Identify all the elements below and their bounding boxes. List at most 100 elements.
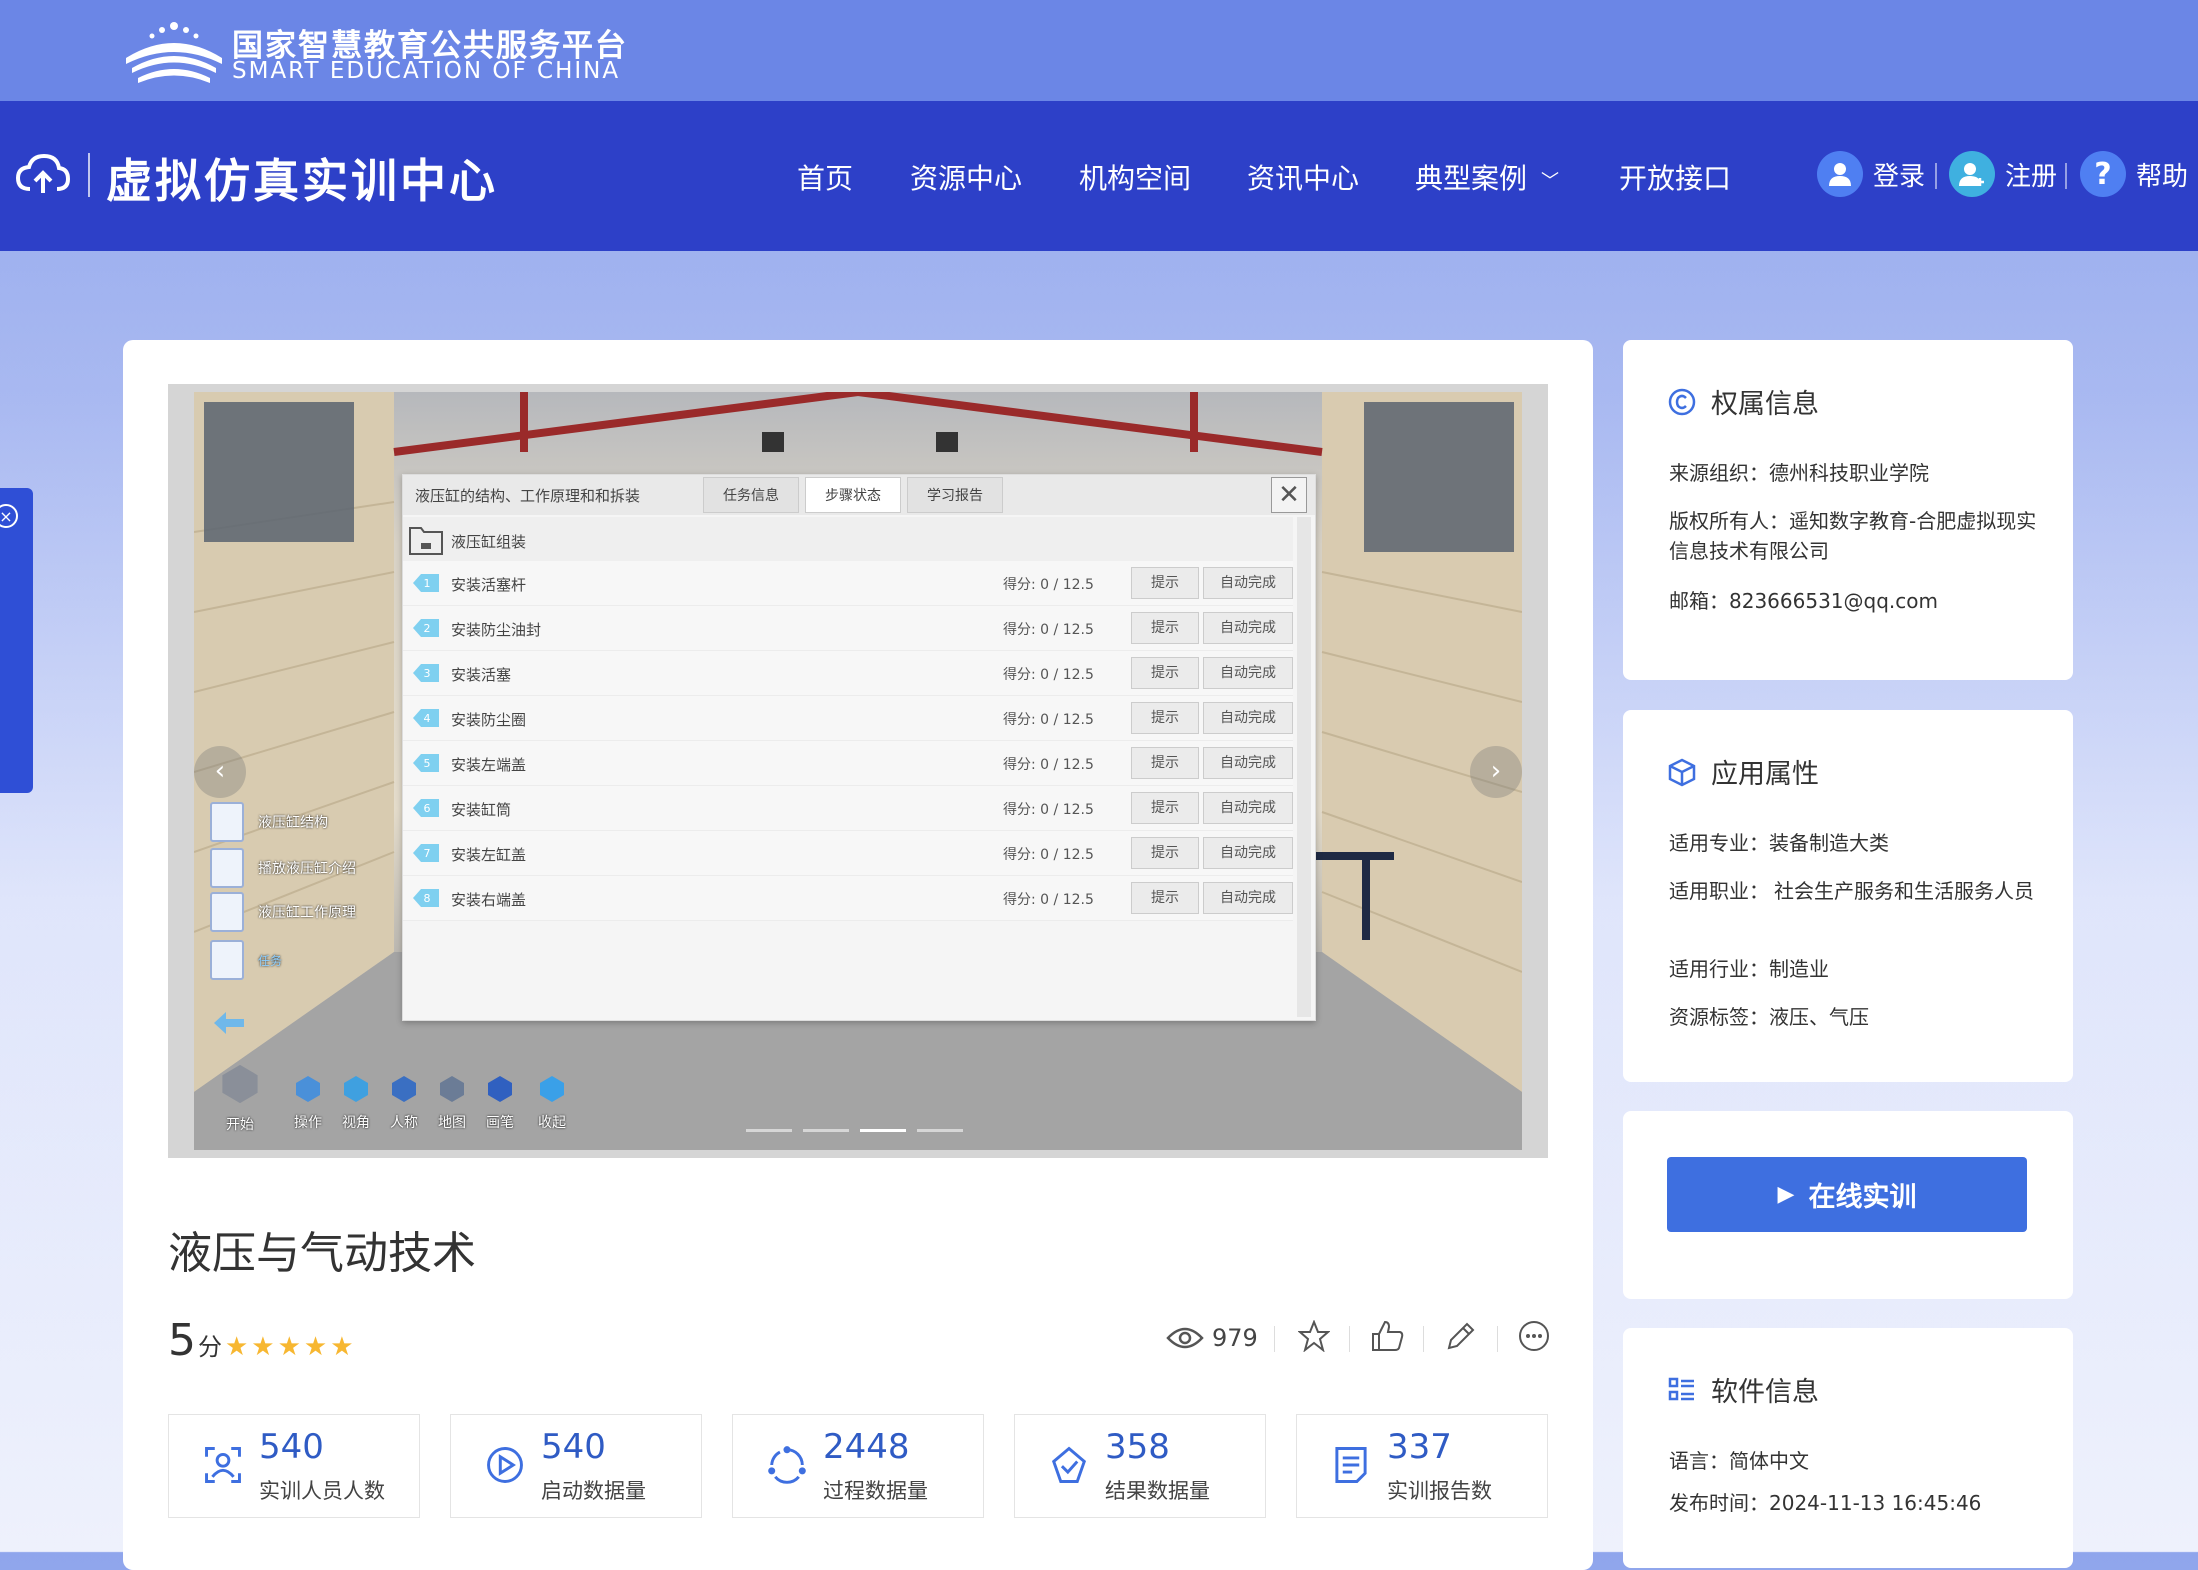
brush-tool[interactable]: 画笔 <box>478 1074 522 1132</box>
title-divider <box>88 153 90 197</box>
nav-institutions[interactable]: 机构空间 <box>1079 157 1191 197</box>
scene-menu-principle[interactable]: 液压缸工作原理 <box>210 890 356 934</box>
step-score: 得分: 0 / 12.5 <box>1003 622 1094 638</box>
login-link[interactable]: 登录 <box>1817 149 1925 199</box>
cube-icon <box>1668 758 1696 786</box>
step-number: 5 <box>424 757 431 770</box>
tool-label: 开始 <box>226 1117 254 1133</box>
applicable-industry: 适用行业：制造业 <box>1669 957 1829 981</box>
carousel-dot[interactable] <box>917 1129 963 1132</box>
ownership-card: 权属信息 来源组织：德州科技职业学院 版权所有人：遥知数字教育-合肥虚拟现实信息… <box>1623 340 2073 680</box>
step-label: 安装防尘油封 <box>451 621 542 639</box>
register-link[interactable]: 注册 <box>1949 149 2057 199</box>
person-tool[interactable]: 人称 <box>382 1074 426 1132</box>
hint-button[interactable]: 提示 <box>1131 792 1199 824</box>
edit-icon[interactable] <box>1445 1320 1477 1352</box>
nav-resources[interactable]: 资源中心 <box>910 157 1022 197</box>
cloud-icon[interactable] <box>16 153 70 195</box>
nav-cases[interactable]: 典型案例 ﹀ <box>1415 157 1559 197</box>
auto-complete-button[interactable]: 自动完成 <box>1203 747 1293 779</box>
brand-bar: 国家智慧教育公共服务平台 SMART EDUCATION OF CHINA <box>0 0 2198 101</box>
register-label: 注册 <box>2005 161 2058 192</box>
side-float-tab[interactable] <box>0 488 33 793</box>
hint-button[interactable]: 提示 <box>1131 657 1199 689</box>
scrollbar[interactable] <box>1297 517 1311 1017</box>
step-row[interactable]: 5 安装左端盖 得分: 0 / 12.5 提示 自动完成 <box>403 741 1293 786</box>
applicable-major: 适用专业：装备制造大类 <box>1669 831 1889 855</box>
platform-logo-icon[interactable] <box>122 18 226 86</box>
user-scan-icon <box>205 1447 241 1483</box>
carousel-prev-button[interactable]: ‹ <box>194 746 246 798</box>
hint-button[interactable]: 提示 <box>1131 882 1199 914</box>
hint-button[interactable]: 提示 <box>1131 702 1199 734</box>
collapse-tool[interactable]: 收起 <box>530 1074 574 1132</box>
help-icon: ? <box>2080 151 2126 197</box>
scene-menu-intro[interactable]: 播放液压缸介绍 <box>210 846 356 890</box>
step-row[interactable]: 4 安装防尘圈 得分: 0 / 12.5 提示 自动完成 <box>403 696 1293 741</box>
tab-task-info[interactable]: 任务信息 <box>703 477 799 513</box>
step-row[interactable]: 6 安装缸筒 得分: 0 / 12.5 提示 自动完成 <box>403 786 1293 831</box>
document-icon <box>210 802 244 842</box>
tab-learning-report[interactable]: 学习报告 <box>907 477 1003 513</box>
rating-unit: 分 <box>198 1333 222 1361</box>
online-training-button[interactable]: ▶ 在线实训 <box>1667 1157 2027 1232</box>
tab-step-status[interactable]: 步骤状态 <box>805 477 901 513</box>
hint-button[interactable]: 提示 <box>1131 567 1199 599</box>
attributes-card: 应用属性 适用专业：装备制造大类 适用职业： 社会生产服务和生活服务人员 适用行… <box>1623 710 2073 1082</box>
auto-complete-button[interactable]: 自动完成 <box>1203 612 1293 644</box>
carousel-dot[interactable] <box>746 1129 792 1132</box>
auto-complete-button[interactable]: 自动完成 <box>1203 657 1293 689</box>
carousel-dot[interactable] <box>803 1129 849 1132</box>
stat-value: 2448 <box>823 1427 910 1467</box>
step-row[interactable]: 8 安装右端盖 得分: 0 / 12.5 提示 自动完成 <box>403 876 1293 921</box>
nav-open-api[interactable]: 开放接口 <box>1619 157 1731 197</box>
star-icon[interactable] <box>1298 1320 1330 1352</box>
play-circle-icon <box>487 1447 523 1483</box>
tool-label: 收起 <box>538 1115 566 1131</box>
step-group-row[interactable]: 液压缸组装 <box>403 517 1293 561</box>
auto-complete-button[interactable]: 自动完成 <box>1203 567 1293 599</box>
stat-label: 结果数据量 <box>1105 1479 1210 1503</box>
step-number-badge: 5 <box>413 754 439 772</box>
step-label: 安装缸筒 <box>451 801 512 819</box>
nav-home[interactable]: 首页 <box>797 157 853 197</box>
stat-value: 540 <box>259 1427 324 1467</box>
hint-button[interactable]: 提示 <box>1131 837 1199 869</box>
more-icon[interactable] <box>1518 1320 1550 1352</box>
auto-complete-button[interactable]: 自动完成 <box>1203 837 1293 869</box>
scene-menu-structure[interactable]: 液压缸结构 <box>210 800 328 844</box>
site-title[interactable]: 虚拟仿真实训中心 <box>106 145 498 211</box>
help-link[interactable]: ? 帮助 <box>2080 149 2188 199</box>
scene-menu-task[interactable]: 任务 <box>210 938 282 982</box>
step-score: 得分: 0 / 12.5 <box>1003 892 1094 908</box>
back-arrow-icon[interactable] <box>212 1010 246 1036</box>
step-row[interactable]: 3 安装活塞 得分: 0 / 12.5 提示 自动完成 <box>403 651 1293 696</box>
auto-complete-button[interactable]: 自动完成 <box>1203 882 1293 914</box>
attributes-header: 应用属性 <box>1667 752 1819 791</box>
close-icon[interactable]: ✕ <box>1271 477 1307 513</box>
map-tool[interactable]: 地图 <box>430 1074 474 1132</box>
thumbs-up-icon[interactable] <box>1371 1320 1405 1352</box>
step-row[interactable]: 7 安装左缸盖 得分: 0 / 12.5 提示 自动完成 <box>403 831 1293 876</box>
view-tool[interactable]: 视角 <box>334 1074 378 1132</box>
operate-tool[interactable]: 操作 <box>286 1074 330 1132</box>
screenshot-carousel[interactable]: ‹ › 液压缸结构 播放液压缸介绍 液压缸工作原理 任务 液压缸的结构、工作原理… <box>168 384 1548 1158</box>
step-row[interactable]: 1 安装活塞杆 得分: 0 / 12.5 提示 自动完成 <box>403 561 1293 606</box>
map-tool-icon <box>440 1076 464 1102</box>
carousel-dot[interactable] <box>860 1129 906 1132</box>
stat-tile: 2448 过程数据量 <box>732 1414 984 1518</box>
step-score: 得分: 0 / 12.5 <box>1003 667 1094 683</box>
auto-complete-button[interactable]: 自动完成 <box>1203 702 1293 734</box>
hint-button[interactable]: 提示 <box>1131 612 1199 644</box>
user-divider <box>2065 163 2067 189</box>
step-number: 2 <box>424 622 431 635</box>
auto-complete-button[interactable]: 自动完成 <box>1203 792 1293 824</box>
hint-button[interactable]: 提示 <box>1131 747 1199 779</box>
step-row[interactable]: 2 安装防尘油封 得分: 0 / 12.5 提示 自动完成 <box>403 606 1293 651</box>
start-tool[interactable]: 开始 <box>208 1062 272 1134</box>
carousel-next-button[interactable]: › <box>1470 746 1522 798</box>
task-panel-header: 液压缸的结构、工作原理和和拆装 任务信息 步骤状态 学习报告 ✕ <box>403 475 1315 515</box>
nav-news[interactable]: 资讯中心 <box>1247 157 1359 197</box>
step-score: 得分: 0 / 12.5 <box>1003 577 1094 593</box>
stat-value: 358 <box>1105 1427 1170 1467</box>
